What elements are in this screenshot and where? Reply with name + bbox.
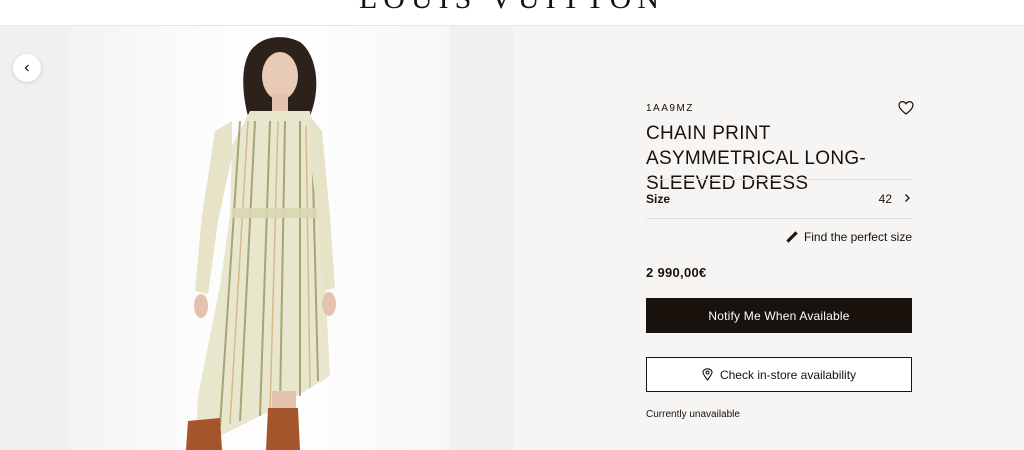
find-size-link[interactable]: Find the perfect size bbox=[786, 230, 912, 244]
location-pin-icon bbox=[702, 368, 713, 381]
notify-me-label: Notify Me When Available bbox=[708, 308, 850, 323]
availability-status: Currently unavailable bbox=[646, 409, 740, 420]
size-label: Size bbox=[646, 192, 671, 206]
check-store-button[interactable]: Check in-store availability bbox=[646, 357, 912, 392]
previous-image-button[interactable] bbox=[13, 54, 41, 82]
product-reference: 1AA9MZ bbox=[646, 103, 694, 114]
notify-me-button[interactable]: Notify Me When Available bbox=[646, 298, 912, 333]
ruler-icon bbox=[786, 231, 798, 243]
brand-logo[interactable]: LOUIS VUITTON bbox=[0, 0, 1024, 16]
heart-icon[interactable] bbox=[898, 100, 914, 116]
site-header: LOUIS VUITTON bbox=[0, 0, 1024, 26]
product-price: 2 990,00€ bbox=[646, 265, 707, 280]
size-value: 42 bbox=[878, 192, 892, 206]
size-selector[interactable]: Size 42 bbox=[646, 179, 912, 219]
chevron-right-icon bbox=[905, 194, 910, 202]
chevron-left-icon bbox=[24, 64, 29, 72]
find-size-label: Find the perfect size bbox=[803, 230, 912, 244]
product-image bbox=[186, 37, 336, 450]
product-gallery bbox=[0, 26, 513, 450]
check-store-label: Check in-store availability bbox=[719, 367, 857, 382]
